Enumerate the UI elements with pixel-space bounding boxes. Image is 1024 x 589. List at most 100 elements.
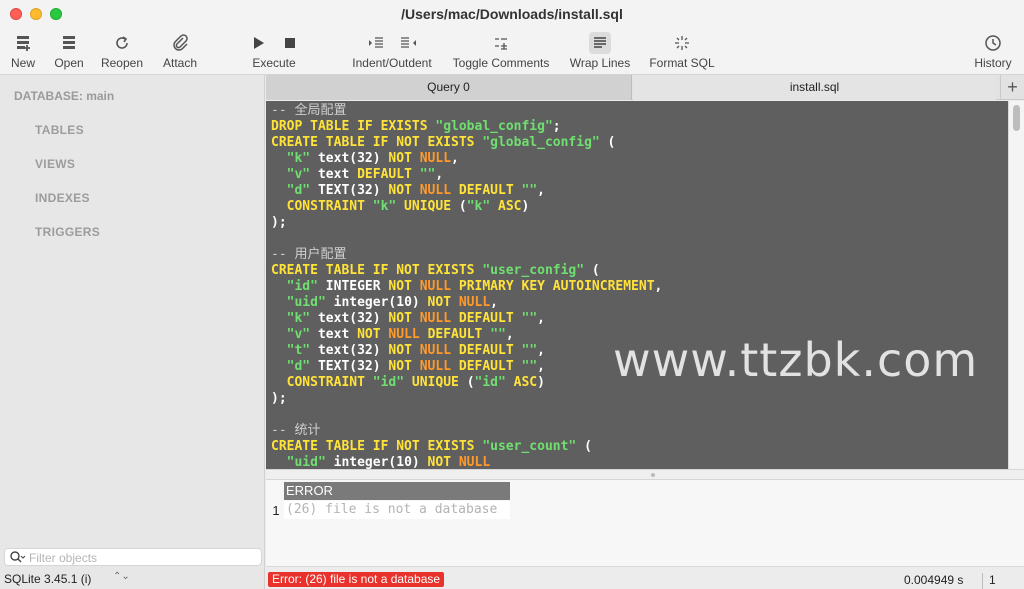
code-token: INTEGER — [317, 279, 389, 294]
sidebar: DATABASE: main TABLES VIEWS INDEXES TRIG… — [0, 75, 265, 589]
code-line: "v" text DEFAULT "", — [271, 167, 444, 183]
code-token: DEFAULT — [427, 327, 491, 342]
code-token: ( — [458, 199, 467, 214]
code-line: "uid" integer(10) NOT NULL, — [271, 295, 498, 311]
code-token: , — [537, 183, 545, 198]
code-token: "" — [490, 327, 506, 342]
sparkle-icon — [675, 36, 689, 50]
filter-box — [4, 548, 262, 566]
sqlite-version-select[interactable]: SQLite 3.45.1 (i) — [4, 572, 91, 586]
tab-install-sql[interactable]: install.sql — [633, 75, 996, 100]
sidebar-item-tables[interactable]: TABLES — [35, 123, 84, 137]
paperclip-icon — [173, 34, 188, 51]
history-button[interactable]: History — [970, 32, 1016, 72]
sidebar-item-views[interactable]: VIEWS — [35, 157, 75, 171]
wrap-lines-button[interactable]: Wrap Lines — [568, 32, 632, 72]
code-token: , — [490, 295, 498, 310]
code-token: "" — [521, 183, 538, 198]
sidebar-item-indexes[interactable]: INDEXES — [35, 191, 90, 205]
code-token: "global_config" — [482, 135, 600, 150]
code-token: NULL — [458, 295, 491, 310]
code-token: TEXT(32) — [310, 359, 389, 374]
open-button[interactable]: Open — [52, 32, 86, 72]
code-token: NOT — [388, 359, 420, 374]
code-token: ); — [271, 391, 287, 406]
code-token: , — [435, 167, 444, 182]
code-token: DEFAULT — [357, 167, 420, 182]
code-line: CONSTRAINT "k" UNIQUE ("k" ASC) — [271, 199, 530, 215]
sql-editor[interactable]: -- 全局配置 DROP TABLE IF EXISTS "global_conf… — [266, 101, 1008, 469]
code-token: NULL — [419, 151, 452, 166]
format-sql-label: Format SQL — [649, 56, 715, 70]
code-token: ASC — [505, 375, 538, 390]
code-token: CREATE TABLE IF NOT EXISTS — [271, 135, 483, 150]
code-token: "user_count" — [482, 439, 577, 454]
code-token: "" — [521, 343, 538, 358]
code-token: ( — [584, 263, 600, 278]
filter-input[interactable] — [29, 550, 257, 565]
reopen-button[interactable]: Reopen — [100, 32, 144, 72]
code-token: , — [451, 151, 459, 166]
toggle-comments-button[interactable]: Toggle Comments — [450, 32, 552, 72]
indent-icon — [369, 37, 383, 48]
code-token: ( — [599, 135, 616, 150]
indent-outdent-label-area: Indent/Outdent — [346, 56, 438, 72]
code-line: "d" TEXT(32) NOT NULL DEFAULT "", — [271, 183, 545, 199]
code-token: , — [505, 327, 514, 342]
format-sql-button[interactable]: Format SQL — [648, 32, 716, 72]
code-token: NULL — [419, 279, 459, 294]
code-token: NOT — [388, 311, 420, 326]
attach-button[interactable]: Attach — [160, 32, 200, 72]
code-token: -- 统计 — [271, 423, 321, 438]
splitter-handle[interactable] — [651, 473, 655, 477]
code-token: "global_config" — [435, 119, 553, 134]
result-cell[interactable]: (26) file is not a database — [284, 501, 510, 519]
code-token: CONSTRAINT — [286, 375, 373, 390]
code-token: , — [537, 343, 545, 358]
code-token: "k" — [286, 311, 311, 326]
code-token: "id" — [286, 279, 318, 294]
code-line: "id" INTEGER NOT NULL PRIMARY KEY AUTOIN… — [271, 279, 663, 295]
code-token: DEFAULT — [458, 311, 522, 326]
code-line: "uid" integer(10) NOT NULL — [271, 455, 491, 469]
indent-outdent-label: Indent/Outdent — [352, 56, 432, 70]
chevron-up-down-icon[interactable]: ⌃⌄ — [113, 571, 130, 582]
result-column-header[interactable]: ERROR — [284, 482, 510, 500]
execute-label-area: Execute — [246, 56, 302, 72]
outdent-icon — [401, 37, 416, 48]
code-token: DEFAULT — [458, 343, 522, 358]
code-token: "" — [521, 311, 538, 326]
database-label: DATABASE: main — [14, 89, 115, 103]
toggle-comments-icon — [495, 38, 507, 50]
tab-query-0[interactable]: Query 0 — [266, 75, 632, 100]
code-line: DROP TABLE IF EXISTS "global_config"; — [271, 119, 561, 135]
code-token: ( — [466, 375, 475, 390]
sidebar-item-triggers[interactable]: TRIGGERS — [35, 225, 100, 239]
code-token: "k" — [286, 151, 311, 166]
code-token: DROP TABLE IF EXISTS — [271, 119, 436, 134]
code-token: UNIQUE — [396, 199, 459, 214]
status-bar: Error: (26) file is not a database 0.004… — [266, 566, 1024, 589]
code-line: CREATE TABLE IF NOT EXISTS "user_config"… — [271, 263, 600, 279]
scrollbar-thumb[interactable] — [1013, 105, 1020, 131]
code-token: integer(10) — [325, 455, 428, 469]
wrap-lines-label: Wrap Lines — [569, 56, 631, 70]
code-token: "user_config" — [482, 263, 585, 278]
pane-splitter[interactable] — [266, 469, 1024, 480]
code-token: "" — [521, 359, 538, 374]
editor-scrollbar[interactable] — [1008, 101, 1024, 469]
code-token: NOT — [427, 455, 459, 469]
code-token: text — [310, 167, 358, 182]
execute-label: Execute — [252, 56, 296, 70]
window-title: /Users/mac/Downloads/install.sql — [401, 6, 623, 22]
app-window: /Users/mac/Downloads/install.sql New Ope… — [0, 0, 1024, 589]
new-button[interactable]: New — [8, 32, 38, 72]
add-tab-button[interactable]: + — [1000, 75, 1024, 100]
new-query-icon — [17, 36, 30, 51]
code-line: -- 统计 — [271, 423, 320, 439]
